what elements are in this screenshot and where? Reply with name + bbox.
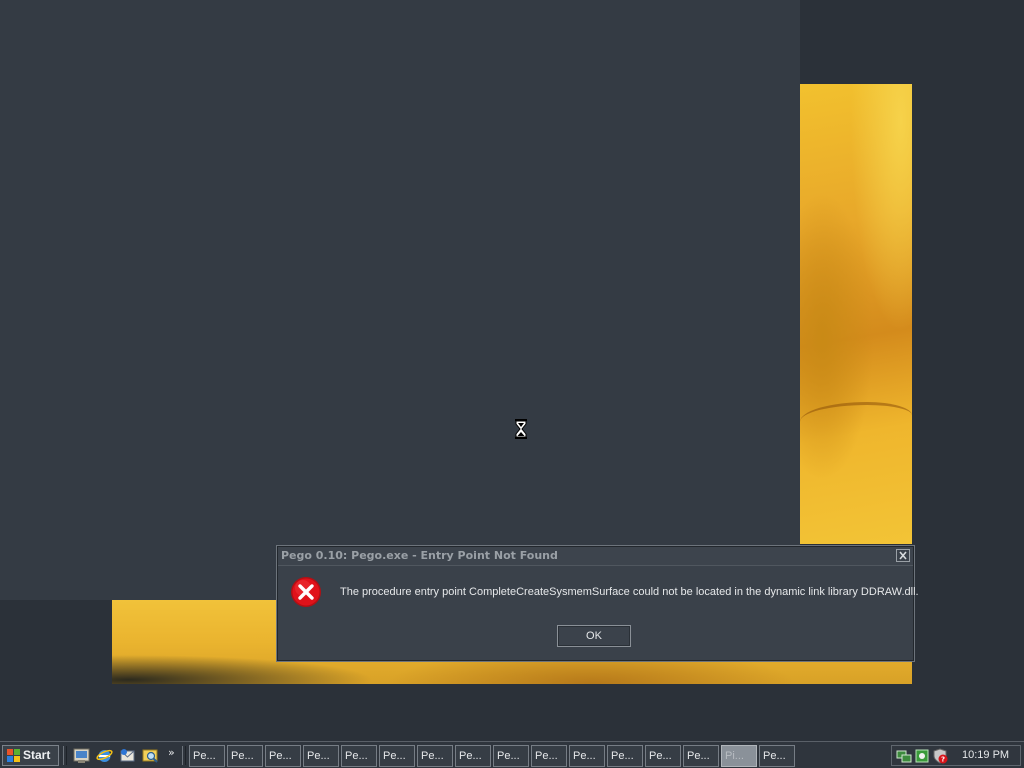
desktop: Pego 0.10: Pego.exe - Entry Point Not Fo… [0, 0, 1024, 741]
clock[interactable]: 10:19 PM [962, 749, 1009, 761]
error-icon [291, 577, 321, 607]
taskbar-button[interactable]: Pe... [531, 745, 567, 767]
blank-application-window [0, 0, 800, 600]
media-icon[interactable] [914, 748, 930, 764]
taskbar: Start » Pe... Pe... Pe... Pe... Pe... Pe… [0, 741, 1024, 768]
start-label: Start [23, 748, 51, 762]
internet-explorer-icon[interactable] [96, 747, 113, 764]
system-tray: ? 10:19 PM [891, 745, 1021, 766]
svg-text:?: ? [941, 756, 945, 764]
taskbar-button[interactable]: Pe... [265, 745, 301, 767]
taskbar-grip[interactable] [182, 746, 186, 765]
start-button[interactable]: Start [2, 745, 59, 766]
taskbar-button[interactable]: Pe... [379, 745, 415, 767]
taskbar-button[interactable]: Pe... [189, 745, 225, 767]
taskbar-button[interactable]: Pe... [683, 745, 719, 767]
hourglass-icon [515, 419, 527, 439]
taskbar-button-active[interactable]: Pi... [721, 745, 757, 767]
show-desktop-icon[interactable] [73, 747, 90, 764]
taskbar-button[interactable]: Pe... [607, 745, 643, 767]
quick-launch-overflow-button[interactable]: » [168, 746, 175, 759]
windows-logo-icon [7, 749, 20, 762]
dialog-titlebar[interactable]: Pego 0.10: Pego.exe - Entry Point Not Fo… [278, 547, 913, 566]
outlook-express-icon[interactable] [119, 747, 136, 764]
taskbar-button[interactable]: Pe... [303, 745, 339, 767]
taskbar-button[interactable]: Pe... [493, 745, 529, 767]
dialog-title: Pego 0.10: Pego.exe - Entry Point Not Fo… [281, 549, 558, 562]
taskbar-button[interactable]: Pe... [455, 745, 491, 767]
error-dialog: Pego 0.10: Pego.exe - Entry Point Not Fo… [276, 545, 919, 662]
close-icon [899, 551, 907, 560]
taskbar-button[interactable]: Pe... [645, 745, 681, 767]
ok-button[interactable]: OK [557, 625, 631, 647]
taskbar-button[interactable]: Pe... [227, 745, 263, 767]
error-message: The procedure entry point CompleteCreate… [340, 586, 919, 598]
taskbar-button[interactable]: Pe... [341, 745, 377, 767]
wallpaper-petal-edge [800, 402, 912, 435]
taskbar-button[interactable]: Pe... [759, 745, 795, 767]
wallpaper-flower-right [800, 84, 912, 544]
security-alert-icon[interactable]: ? [932, 748, 948, 764]
toolbar-grip[interactable] [63, 746, 67, 765]
taskbar-button[interactable]: Pe... [569, 745, 605, 767]
taskbar-button[interactable]: Pe... [417, 745, 453, 767]
close-button[interactable] [896, 549, 910, 562]
network-icon[interactable] [896, 748, 912, 764]
explorer-icon[interactable] [142, 747, 159, 764]
